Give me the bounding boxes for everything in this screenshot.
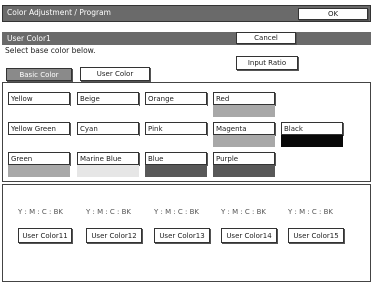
color-red-button[interactable]: Red [213,92,275,105]
color-yellow-button[interactable]: Yellow [8,92,70,105]
color-beige-button[interactable]: Beige [77,92,139,105]
color-black-swatch [281,135,343,147]
instruction-text: Select base color below. [5,46,96,55]
color-green-swatch [8,165,70,177]
color-magenta-button[interactable]: Magenta [213,122,275,135]
color-purple-button[interactable]: Purple [213,152,275,165]
color-pink-swatch [145,135,207,147]
tab-basic-color[interactable]: Basic Color [6,68,72,81]
user-color15-button[interactable]: User Color15 [288,228,344,243]
input-ratio-button[interactable]: Input Ratio [236,56,298,70]
color-orange-swatch [145,105,207,117]
color-black-button[interactable]: Black [281,122,343,135]
user-color13-button[interactable]: User Color13 [154,228,210,243]
color-yellow-green-button[interactable]: Yellow Green [8,122,70,135]
color-green-button[interactable]: Green [8,152,70,165]
user-color11-ratio: Y : M : C : BK [18,208,64,216]
screen: { "header": { "title": "Color Adjustment… [0,0,373,284]
ok-button[interactable]: OK [298,8,368,20]
color-red-swatch [213,105,275,117]
color-marine-blue-button[interactable]: Marine Blue [77,152,139,165]
tab-user-color[interactable]: User Color [80,67,150,81]
color-yellow-swatch [8,105,70,117]
subheader-title: User Color1 [7,34,51,43]
color-blue-button[interactable]: Blue [145,152,207,165]
cancel-button[interactable]: Cancel [236,32,296,44]
color-cyan-swatch [77,135,139,147]
color-beige-swatch [77,105,139,117]
color-blue-swatch [145,165,207,177]
user-color13-ratio: Y : M : C : BK [154,208,200,216]
user-color11-button[interactable]: User Color11 [18,228,72,243]
color-purple-swatch [213,165,275,177]
color-magenta-swatch [213,135,275,147]
user-color14-button[interactable]: User Color14 [221,228,277,243]
user-color15-ratio: Y : M : C : BK [288,208,334,216]
user-color12-button[interactable]: User Color12 [86,228,142,243]
color-orange-button[interactable]: Orange [145,92,207,105]
user-color12-ratio: Y : M : C : BK [86,208,132,216]
user-color14-ratio: Y : M : C : BK [221,208,267,216]
page-title: Color Adjustment / Program [7,8,111,17]
color-yellow-green-swatch [8,135,70,147]
color-pink-button[interactable]: Pink [145,122,207,135]
color-marine-blue-swatch [77,165,139,177]
color-cyan-button[interactable]: Cyan [77,122,139,135]
